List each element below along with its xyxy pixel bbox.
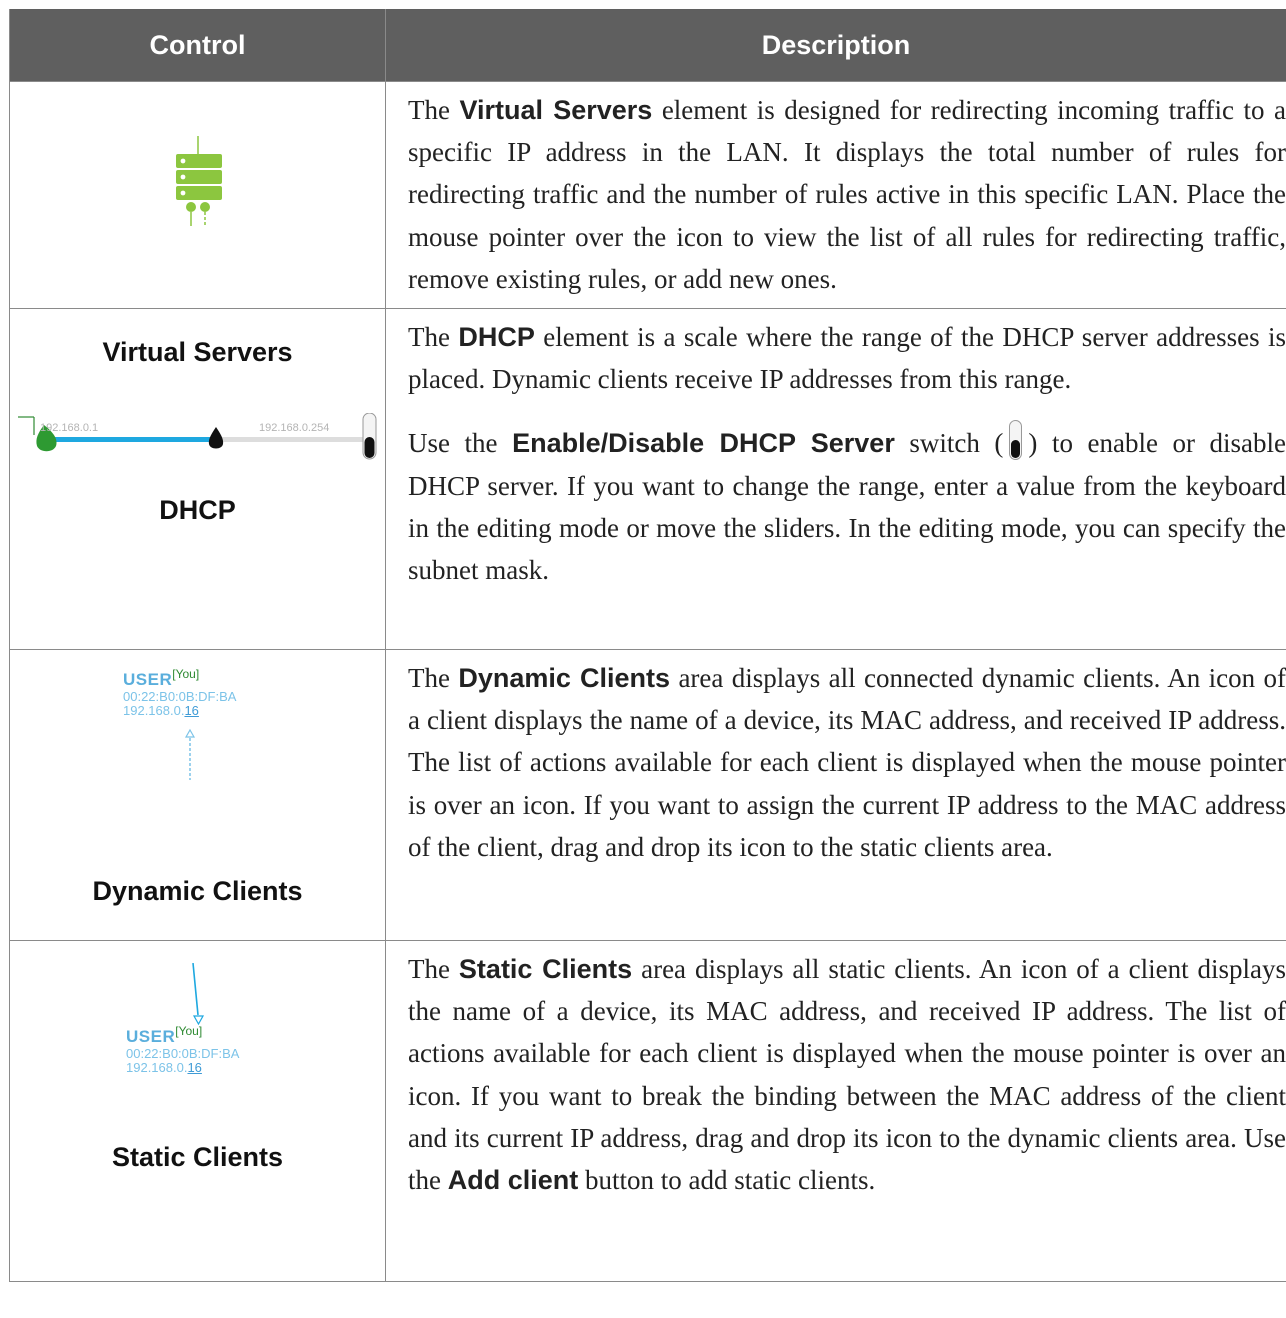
drag-arrow-up-icon <box>184 728 196 781</box>
table-row-virtual-servers: Virtual Servers The Virtual Servers elem… <box>9 80 1286 367</box>
description-cell: The Dynamic Clients area displays all co… <box>385 649 1286 942</box>
controls-table: Control Description Virtual Servers The … <box>9 9 1286 1283</box>
description-text: The DHCP element is a scale where the ra… <box>408 322 1286 395</box>
header-control: Control <box>9 9 386 82</box>
table-row-dynamic-clients: USER[You] 00:22:B0:0B:DF:BA 192.168.0.16… <box>9 649 1286 942</box>
control-name: Dynamic Clients <box>92 876 303 907</box>
client-mac: 00:22:B0:0B:DF:BA <box>123 688 237 704</box>
control-name: DHCP <box>159 495 236 526</box>
dhcp-range-slider[interactable] <box>18 413 378 465</box>
client-name: USER <box>126 1027 176 1047</box>
description-cell: The Virtual Servers element is designed … <box>385 80 1286 310</box>
server-stack-icon[interactable] <box>170 136 230 246</box>
control-cell-static-clients: USER[You] 00:22:B0:0B:DF:BA 192.168.0.16… <box>9 940 386 1283</box>
description-text-2: Use the Enable/Disable DHCP Server switc… <box>408 420 1286 591</box>
client-card[interactable]: USER[You] 00:22:B0:0B:DF:BA 192.168.0.16 <box>126 1024 240 1075</box>
client-card[interactable]: USER[You] 00:22:B0:0B:DF:BA 192.168.0.16 <box>123 667 237 718</box>
toggle-switch-icon <box>1009 420 1023 461</box>
client-mac: 00:22:B0:0B:DF:BA <box>126 1045 240 1061</box>
control-cell-dynamic-clients: USER[You] 00:22:B0:0B:DF:BA 192.168.0.16… <box>9 649 386 942</box>
control-name: Static Clients <box>111 1142 284 1173</box>
client-name: USER <box>123 670 173 690</box>
description-cell: The DHCP element is a scale where the ra… <box>385 308 1286 651</box>
control-cell-virtual-servers: Virtual Servers <box>9 80 386 367</box>
client-ip: 192.168.0.16 <box>126 1060 202 1075</box>
client-ip: 192.168.0.16 <box>123 703 199 718</box>
control-cell-dhcp: 192.168.0.1 192.168.0.254 DHCP <box>9 308 386 651</box>
description-cell: The Static Clients area displays all sta… <box>385 940 1286 1283</box>
table-row-dhcp: 192.168.0.1 192.168.0.254 DHCP The DHCP … <box>9 308 1286 651</box>
header-description: Description <box>385 9 1286 82</box>
range-start-label: 192.168.0.1 <box>40 422 99 435</box>
drag-arrow-down-icon <box>192 963 205 1026</box>
client-you-tag: [You] <box>172 667 200 682</box>
description-text: The Static Clients area displays all sta… <box>408 954 1286 1196</box>
table-row-static-clients: USER[You] 00:22:B0:0B:DF:BA 192.168.0.16… <box>9 940 1286 1283</box>
table-header-row: Control Description <box>9 9 1286 82</box>
description-text: The Dynamic Clients area displays all co… <box>408 663 1286 862</box>
client-you-tag: [You] <box>175 1024 203 1039</box>
range-end-label: 192.168.0.254 <box>259 422 330 435</box>
description-text: The Virtual Servers element is designed … <box>408 95 1286 294</box>
